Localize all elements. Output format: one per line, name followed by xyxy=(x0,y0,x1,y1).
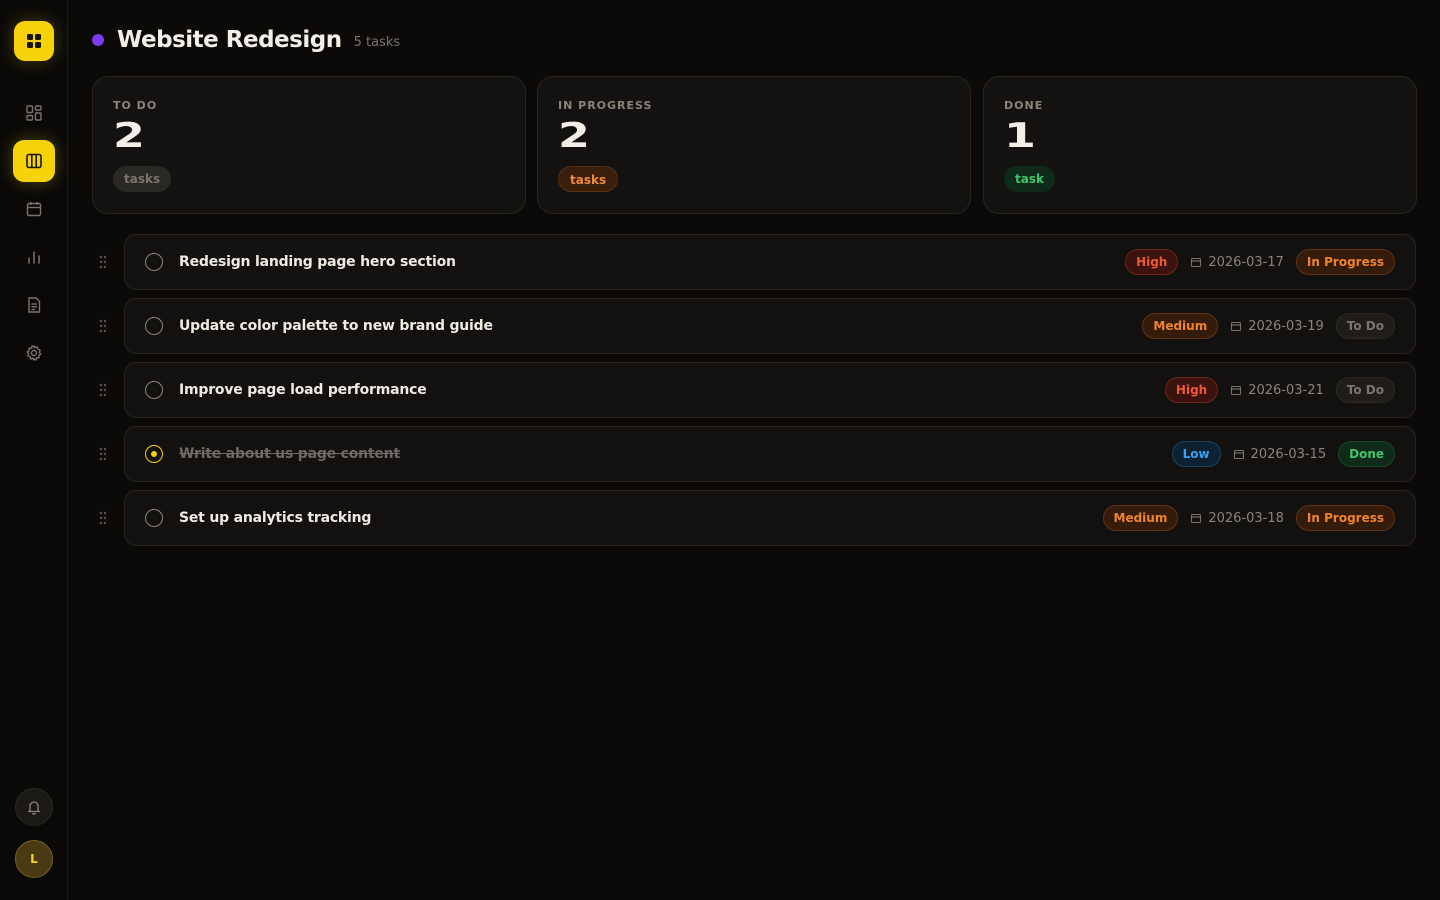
bell-icon xyxy=(27,801,41,815)
task-row[interactable]: Write about us page content Low 2026-03-… xyxy=(99,426,1416,482)
calendar-icon xyxy=(1191,257,1202,268)
calendar-icon xyxy=(1231,385,1242,396)
due-date: 2026-03-21 xyxy=(1230,383,1324,398)
card-unit: task xyxy=(1004,166,1055,192)
drag-handle-icon[interactable] xyxy=(99,383,107,397)
notifications-button[interactable] xyxy=(15,788,53,826)
due-date-text: 2026-03-21 xyxy=(1248,382,1324,398)
due-date: 2026-03-17 xyxy=(1190,255,1284,270)
task-checkbox[interactable] xyxy=(145,509,163,527)
summary-card-done: DONE 1 task xyxy=(983,76,1417,214)
card-value: 2 xyxy=(558,116,590,156)
card-unit: tasks xyxy=(113,166,172,192)
status-badge[interactable]: To Do xyxy=(1335,313,1395,339)
status-badge[interactable]: To Do xyxy=(1335,377,1395,403)
task-checkbox-checked[interactable] xyxy=(145,445,163,463)
calendar-icon xyxy=(1233,449,1244,460)
document-icon xyxy=(28,297,41,313)
status-badge[interactable]: In Progress xyxy=(1295,505,1395,531)
project-color-dot xyxy=(92,34,104,46)
board-icon xyxy=(26,153,42,169)
calendar-icon xyxy=(1231,321,1242,332)
task-title: Redesign landing page hero section xyxy=(179,254,456,270)
due-date: 2026-03-19 xyxy=(1230,319,1324,334)
nav-documents[interactable] xyxy=(13,284,55,326)
drag-handle-icon[interactable] xyxy=(99,511,107,525)
priority-badge: Medium xyxy=(1102,505,1179,531)
task-checkbox[interactable] xyxy=(145,253,163,271)
status-badge[interactable]: Done xyxy=(1338,441,1395,467)
due-date-text: 2026-03-19 xyxy=(1248,318,1324,334)
gear-icon xyxy=(26,345,42,361)
priority-badge: High xyxy=(1164,377,1219,403)
due-date: 2026-03-18 xyxy=(1190,511,1284,526)
dashboard-icon xyxy=(26,105,42,121)
card-label: DONE xyxy=(1004,99,1044,112)
task-row[interactable]: Update color palette to new brand guide … xyxy=(99,298,1416,354)
task-title: Improve page load performance xyxy=(179,382,427,398)
calendar-icon xyxy=(1191,513,1202,524)
priority-badge: Medium xyxy=(1142,313,1219,339)
user-avatar[interactable]: L xyxy=(15,840,53,878)
nav-analytics[interactable] xyxy=(13,236,55,278)
nav-calendar[interactable] xyxy=(13,188,55,230)
priority-badge: High xyxy=(1125,249,1179,275)
card-value: 1 xyxy=(1004,116,1036,156)
app-logo[interactable] xyxy=(14,21,54,61)
due-date-text: 2026-03-17 xyxy=(1208,254,1284,270)
nav-settings[interactable] xyxy=(13,332,55,374)
card-label: TO DO xyxy=(113,99,158,112)
task-title: Update color palette to new brand guide xyxy=(179,318,493,334)
due-date: 2026-03-15 xyxy=(1233,446,1327,462)
page-title: Website Redesign xyxy=(117,27,342,53)
task-row[interactable]: Set up analytics tracking Medium 2026-03… xyxy=(99,490,1416,546)
drag-handle-icon[interactable] xyxy=(99,255,107,269)
task-checkbox[interactable] xyxy=(145,381,163,399)
due-date-text: 2026-03-15 xyxy=(1250,446,1327,462)
task-row[interactable]: Improve page load performance High 2026-… xyxy=(99,362,1416,418)
calendar-icon xyxy=(26,202,42,217)
task-count: 5 tasks xyxy=(353,34,401,50)
card-unit: tasks xyxy=(558,166,619,192)
task-title: Set up analytics tracking xyxy=(179,510,372,526)
card-value: 2 xyxy=(113,116,145,156)
task-title: Write about us page content xyxy=(179,446,400,462)
drag-handle-icon[interactable] xyxy=(99,447,107,461)
status-badge[interactable]: In Progress xyxy=(1295,249,1395,275)
task-row[interactable]: Redesign landing page hero section High … xyxy=(99,234,1416,290)
priority-badge: Low xyxy=(1171,441,1221,467)
summary-card-todo: TO DO 2 tasks xyxy=(92,76,526,214)
nav-dashboard[interactable] xyxy=(13,92,55,134)
page-header: Website Redesign 5 tasks xyxy=(92,26,400,54)
task-checkbox[interactable] xyxy=(145,317,163,335)
sidebar: L xyxy=(0,0,68,900)
card-label: IN PROGRESS xyxy=(558,99,653,112)
drag-handle-icon[interactable] xyxy=(99,319,107,333)
nav-board[interactable] xyxy=(13,140,55,182)
summary-card-inprogress: IN PROGRESS 2 tasks xyxy=(537,76,971,214)
chart-icon xyxy=(28,251,40,264)
due-date-text: 2026-03-18 xyxy=(1208,510,1284,526)
grid-icon xyxy=(27,34,41,48)
